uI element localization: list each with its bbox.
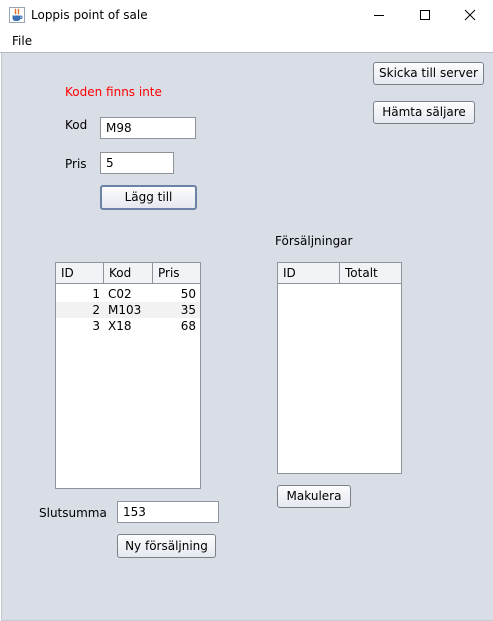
cell-price: 50 — [180, 287, 196, 301]
cell-id: 3 — [92, 319, 100, 333]
error-message: Koden finns inte — [65, 85, 162, 99]
maximize-icon — [420, 10, 430, 20]
sales-table-header: ID Totalt — [278, 263, 401, 284]
menu-file[interactable]: File — [12, 34, 32, 48]
column-header-id[interactable]: ID — [278, 263, 340, 283]
cell-id: 1 — [92, 287, 100, 301]
items-table[interactable]: ID Kod Pris 1 C02 50 2 M103 35 3 X18 68 — [55, 262, 201, 489]
code-input[interactable] — [100, 117, 196, 139]
close-icon — [464, 9, 476, 21]
main-panel: Skicka till server Hämta säljare Koden f… — [1, 53, 493, 621]
minimize-icon — [374, 15, 384, 16]
table-row[interactable]: 2 M103 35 — [56, 302, 200, 318]
send-to-server-button[interactable]: Skicka till server — [373, 62, 484, 85]
price-label: Pris — [65, 157, 87, 171]
sales-heading: Försäljningar — [275, 234, 353, 248]
table-row[interactable]: 1 C02 50 — [56, 286, 200, 302]
total-field[interactable] — [117, 501, 219, 523]
cell-code: M103 — [108, 303, 142, 317]
column-header-code[interactable]: Kod — [104, 263, 153, 283]
title-bar[interactable]: Loppis point of sale — [0, 0, 493, 30]
cell-code: X18 — [108, 319, 132, 333]
maximize-button[interactable] — [402, 0, 448, 30]
total-label: Slutsumma — [39, 506, 107, 520]
cancel-sale-button[interactable]: Makulera — [277, 485, 351, 508]
column-header-price[interactable]: Pris — [153, 263, 200, 283]
cell-price: 35 — [180, 303, 196, 317]
sales-table[interactable]: ID Totalt — [277, 262, 402, 474]
minimize-button[interactable] — [356, 0, 402, 30]
new-sale-button[interactable]: Ny försäljning — [117, 534, 216, 558]
close-button[interactable] — [447, 0, 493, 30]
window-title: Loppis point of sale — [31, 8, 148, 22]
add-item-button[interactable]: Lägg till — [100, 185, 197, 210]
cell-code: C02 — [108, 287, 132, 301]
column-header-total[interactable]: Totalt — [340, 263, 401, 283]
column-header-id[interactable]: ID — [56, 263, 104, 283]
code-label: Kod — [65, 118, 88, 132]
cell-id: 2 — [92, 303, 100, 317]
cell-price: 68 — [180, 319, 196, 333]
items-table-header: ID Kod Pris — [56, 263, 200, 284]
price-input[interactable] — [100, 152, 174, 174]
table-row[interactable]: 3 X18 68 — [56, 318, 200, 334]
application-window: Loppis point of sale File Skicka till se… — [0, 0, 493, 621]
fetch-sellers-button[interactable]: Hämta säljare — [373, 101, 475, 124]
menu-bar: File — [0, 30, 493, 53]
java-app-icon — [9, 7, 25, 23]
